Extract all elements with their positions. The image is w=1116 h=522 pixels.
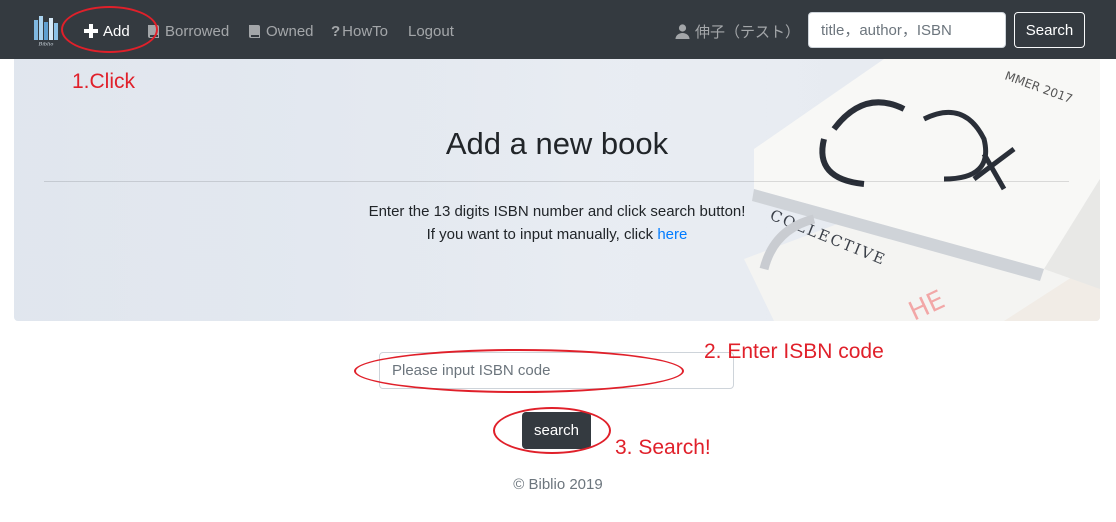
hero-manual-input-line: If you want to input manually, click her… [14, 226, 1100, 243]
footer-copyright: © Biblio 2019 [513, 476, 603, 493]
isbn-search-button[interactable]: search [522, 412, 591, 449]
nav-borrowed-label: Borrowed [165, 22, 230, 40]
nav-add-label: Add [103, 22, 130, 40]
nav-user-label: 伸子（テスト） [695, 23, 801, 41]
isbn-input[interactable] [379, 352, 734, 389]
annotation-step-1: 1.Click [72, 70, 136, 93]
manual-input-link[interactable]: here [657, 226, 687, 243]
nav-search-button[interactable]: Search [1014, 12, 1085, 48]
nav-owned-label: Owned [266, 22, 314, 40]
magazine-background-image: COLLECTIVE HE MMER 2017 [14, 59, 1100, 321]
nav-logout-link[interactable]: Logout [408, 18, 454, 44]
biblio-logo-icon[interactable]: Biblio [33, 14, 59, 46]
plus-icon [84, 24, 98, 38]
nav-add-link[interactable]: Add [84, 18, 130, 44]
user-icon [675, 23, 690, 39]
nav-howto-label: HowTo [342, 22, 389, 40]
book-icon [249, 24, 260, 38]
hero-jumbotron: COLLECTIVE HE MMER 2017 Add a new book E… [14, 59, 1100, 321]
nav-search-input[interactable] [808, 12, 1006, 48]
nav-owned-link[interactable]: Owned [248, 18, 314, 44]
page-title: Add a new book [445, 126, 669, 161]
hero-manual-input-text: If you want to input manually, click [426, 226, 658, 243]
annotation-step-2: 2. Enter ISBN code [704, 340, 884, 363]
nav-logout-label: Logout [408, 22, 454, 40]
svg-text:Biblio: Biblio [38, 42, 54, 47]
hero-instructions: Enter the 13 digits ISBN number and clic… [368, 203, 746, 220]
nav-borrowed-link[interactable]: Borrowed [147, 18, 229, 44]
nav-user-link[interactable]: 伸子（テスト） [675, 18, 800, 44]
navbar: Biblio Add Borrowed Owned ? HowTo Logout [0, 0, 1116, 59]
book-icon [148, 24, 159, 38]
question-icon: ? [331, 22, 341, 40]
nav-howto-link[interactable]: ? HowTo [331, 18, 388, 44]
annotation-step-3: 3. Search! [615, 436, 711, 459]
hero-divider [44, 181, 1069, 182]
